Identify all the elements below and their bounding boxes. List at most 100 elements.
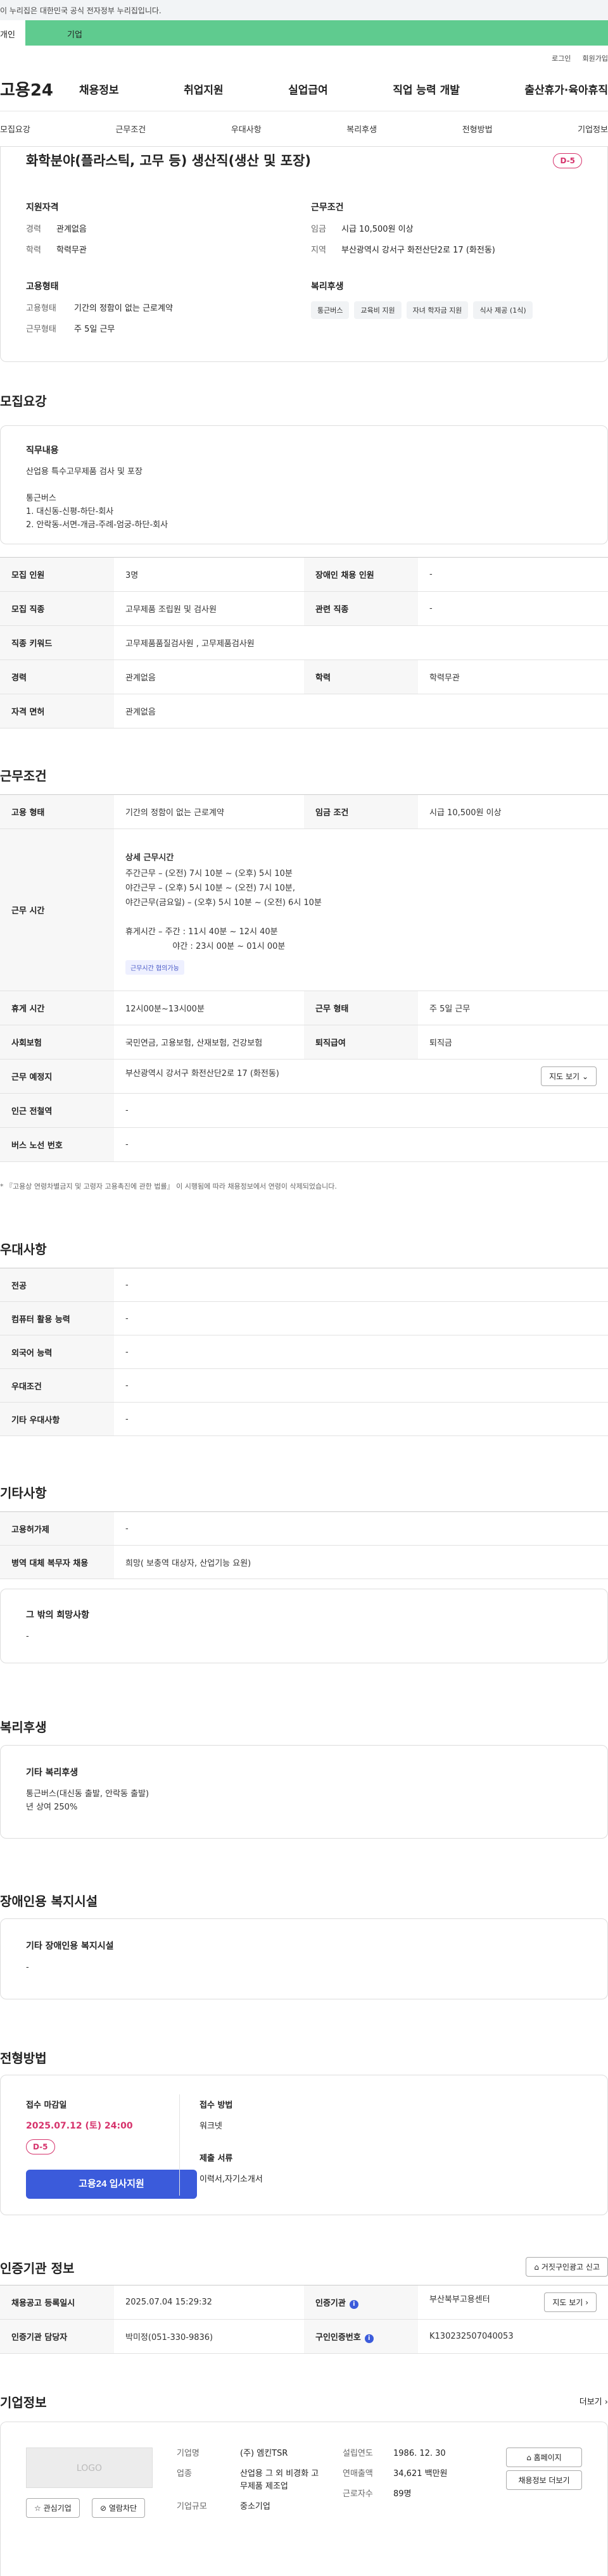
welfare-block: 복리후생 통근버스 교육비 지원 자녀 학자금 지원 식사 제공 (1식)	[311, 280, 590, 319]
report-false-ad-button[interactable]: ⌂ 거짓구인광고 신고	[526, 2257, 608, 2277]
qualification-block: 지원자격 경력 관계없음 학력 학력무관	[26, 201, 279, 264]
info-icon[interactable]: i	[349, 2299, 358, 2309]
deadline-value: 2025.07.12 (토) 24:00	[26, 2121, 133, 2131]
work-map-button[interactable]: 지도 보기 ⌄	[541, 1066, 597, 1086]
welfare-chip: 통근버스	[311, 301, 350, 319]
welfare-text: 통근버스(대신동 출발, 안락동 출발) 년 상여 250%	[26, 1789, 149, 1812]
company-box: LOGO ☆ 관심기업 ⊘ 열람차단 기업명 (주) 엠킨TSR 업종 산업용 그 …	[0, 2422, 608, 2576]
occupation-value: 고무제품 조립원 및 검사원	[114, 591, 304, 626]
info-icon[interactable]: i	[364, 2334, 374, 2343]
gnb-item-unemployment-benefit[interactable]: 실업급여	[288, 81, 328, 97]
work-section-title: 근무조건	[0, 768, 47, 784]
employment-type-value: 기간의 정함이 없는 근로계약	[74, 304, 173, 313]
process-divider	[179, 2094, 180, 2196]
company-logo: LOGO	[26, 2448, 153, 2488]
gnb-menu: 채용정보 취업지원 실업급여 직업 능력 개발 출산휴가·육아휴직	[79, 81, 608, 97]
cert-table: 채용공고 등록일시 2025.07.04 15:29:32 인증기관 i 부산북부고…	[0, 2285, 608, 2354]
utility-links: 로그인 회원가입	[0, 46, 608, 67]
employment-title: 고용형태	[26, 282, 59, 292]
gnb-item-jobs[interactable]: 채용정보	[79, 81, 119, 97]
welfare-chip: 교육비 지원	[354, 301, 402, 319]
gov-banner: 이 누리집은 대한민국 공식 전자정부 누리집입니다.	[0, 0, 608, 20]
conditions-block: 근무조건 임금 시급 10,500원 이상 지역 부산광역시 강서구 화전산단2로 …	[311, 201, 564, 264]
wage-value: 시급 10,500원 이상	[341, 225, 414, 234]
user-type-tabs: 개인 기업	[0, 20, 608, 46]
work-table: 고용 형태 기간의 정함이 없는 근로계약 임금 조건 시급 10,500원 이상 근…	[0, 794, 608, 1162]
company-section-title: 기업정보	[0, 2395, 47, 2410]
gnb-item-parental-leave[interactable]: 출산휴가·육아휴직	[524, 81, 608, 97]
company-size: 중소기업	[240, 2502, 270, 2511]
preference-table: 전공 - 컴퓨터 활용 능력 - 외국어 능력 - 우대조건 - 기타 우대사항 -	[0, 1268, 608, 1436]
education-value: 학력무관	[56, 246, 87, 255]
etc-section-title: 기타사항	[0, 1485, 47, 1501]
work-hours-cell: 상세 근무시간 주간근무 – (오전) 7시 10분 ~ (오후) 5시 10분…	[114, 828, 608, 991]
region-value: 부산광역시 강서구 화전산단2로 17 (화전동)	[341, 246, 495, 255]
employment-block: 고용형태 고용형태 기간의 정함이 없는 근로계약 근무형태 주 5일 근무	[26, 280, 279, 343]
preference-section-title: 우대사항	[0, 1242, 47, 1257]
gnb-item-employment-support[interactable]: 취업지원	[184, 81, 224, 97]
tab-process[interactable]: 전형방법	[462, 123, 493, 135]
career-value: 관계없음	[56, 225, 87, 234]
work-type-value: 주 5일 근무	[74, 325, 115, 334]
company-info-right: 설립연도 1986. 12. 30 연매출액 34,621 백만원 근로자수 89명	[343, 2449, 448, 2499]
qualification-title: 지원자격	[26, 203, 59, 213]
block-view-button[interactable]: ⊘ 열람차단	[92, 2498, 146, 2518]
dday-badge: D-5	[553, 153, 582, 168]
block-icon: ⊘	[100, 2504, 107, 2513]
process-box: 접수 마감일 2025.07.12 (토) 24:00 D-5 고용24 입사지…	[0, 2075, 608, 2215]
military-service-value: 희망( 보충역 대상자, 산업기능 요원)	[114, 1545, 608, 1579]
section-tabs: 모집요강 근무조건 우대사항 복리후생 전형방법 기업정보	[0, 111, 608, 147]
company-industry: 산업용 그 외 비경화 고무제품 제조업	[240, 2469, 319, 2491]
login-link[interactable]: 로그인	[552, 53, 571, 67]
deadline-block: 접수 마감일 2025.07.12 (토) 24:00 D-5 고용24 입사지…	[26, 2098, 197, 2199]
apply-button[interactable]: 고용24 입사지원	[26, 2170, 197, 2199]
signup-link[interactable]: 회원가입	[583, 53, 608, 67]
company-name: (주) 엠킨TSR	[240, 2449, 288, 2458]
star-icon: ☆	[34, 2504, 41, 2513]
global-nav: 고용24 채용정보 취업지원 실업급여 직업 능력 개발 출산휴가·육아휴직	[0, 67, 608, 111]
cert-number: K130232507040053	[418, 2319, 608, 2354]
disabled-section-title: 장애인용 복지시설	[0, 1894, 98, 1909]
hours-negotiable-tag: 근무시간 협의가능	[125, 960, 184, 975]
tab-welfare[interactable]: 복리후생	[346, 123, 377, 135]
company-info-left: 기업명 (주) 엠킨TSR 업종 산업용 그 외 비경화 고무제품 제조업 기업규모…	[177, 2448, 322, 2513]
conditions-title: 근무조건	[311, 203, 344, 213]
duty-box: 직무내용 산업용 특수고무제품 검사 및 포장 통근버스 1. 대신동-신평-하…	[0, 425, 608, 544]
company-more-link[interactable]: 더보기 ›	[580, 2395, 608, 2407]
tab-company[interactable]: 기업정보	[578, 123, 608, 135]
wish-box: 그 밖의 희망사항 -	[0, 1589, 608, 1663]
duty-title: 직무내용	[26, 446, 59, 456]
chevron-down-icon: ⌄	[581, 1072, 588, 1081]
cert-section-title: 인증기관 정보	[0, 2261, 75, 2276]
manager-value: 박미정(051-330-9836)	[114, 2319, 304, 2354]
tab-company[interactable]: 기업	[25, 20, 608, 46]
work-hours-text: 주간근무 – (오전) 7시 10분 ~ (오후) 5시 10분 야간근무 – …	[125, 868, 322, 951]
tab-person[interactable]: 개인	[0, 20, 25, 46]
tab-recruit[interactable]: 모집요강	[0, 123, 30, 135]
agency-map-button[interactable]: 지도 보기 ›	[544, 2292, 597, 2312]
tab-conditions[interactable]: 근무조건	[115, 123, 146, 135]
tab-preference[interactable]: 우대사항	[231, 123, 262, 135]
method-block: 접수 방법 워크넷 제출 서류 이력서,자기소개서	[200, 2101, 263, 2184]
site-logo[interactable]: 고용24	[0, 77, 79, 101]
recruit-table: 모집 인원 3명 장애인 채용 인원 - 모집 직종 고무제품 조립원 및 검사원 관련 …	[0, 557, 608, 728]
recruit-section-title: 모집요강	[0, 394, 47, 409]
license-value: 관계없음	[114, 694, 608, 728]
welfare-title: 복리후생	[311, 282, 344, 292]
company-jobs-button[interactable]: 채용정보 더보기	[506, 2470, 582, 2490]
registered-at: 2025.07.04 15:29:32	[114, 2285, 304, 2320]
documents-value: 이력서,자기소개서	[200, 2175, 263, 2184]
etc-table: 고용허가제 - 병역 대체 복무자 채용 희망( 보충역 대상자, 산업기능 요원)	[0, 1511, 608, 1579]
home-alert-icon: ⌂	[534, 2263, 540, 2272]
homepage-button[interactable]: ⌂ 홈페이지	[506, 2448, 582, 2467]
job-summary-card: 화학분야(플라스틱, 고무 등) 생산직(생산 및 포장) D-5 지원자격 경…	[0, 147, 608, 362]
welfare-chip: 식사 제공 (1식)	[473, 301, 533, 319]
chevron-right-icon: ›	[585, 2298, 588, 2307]
welfare-section-title: 복리후생	[0, 1720, 47, 1735]
headcount-value: 3명	[114, 557, 304, 592]
chevron-right-icon: ›	[604, 2398, 608, 2407]
home-icon: ⌂	[526, 2453, 531, 2462]
gnb-item-vocational-training[interactable]: 직업 능력 개발	[393, 81, 460, 97]
favorite-company-button[interactable]: ☆ 관심기업	[26, 2498, 80, 2518]
disabled-box: 기타 장애인용 복지시설 -	[0, 1918, 608, 1999]
